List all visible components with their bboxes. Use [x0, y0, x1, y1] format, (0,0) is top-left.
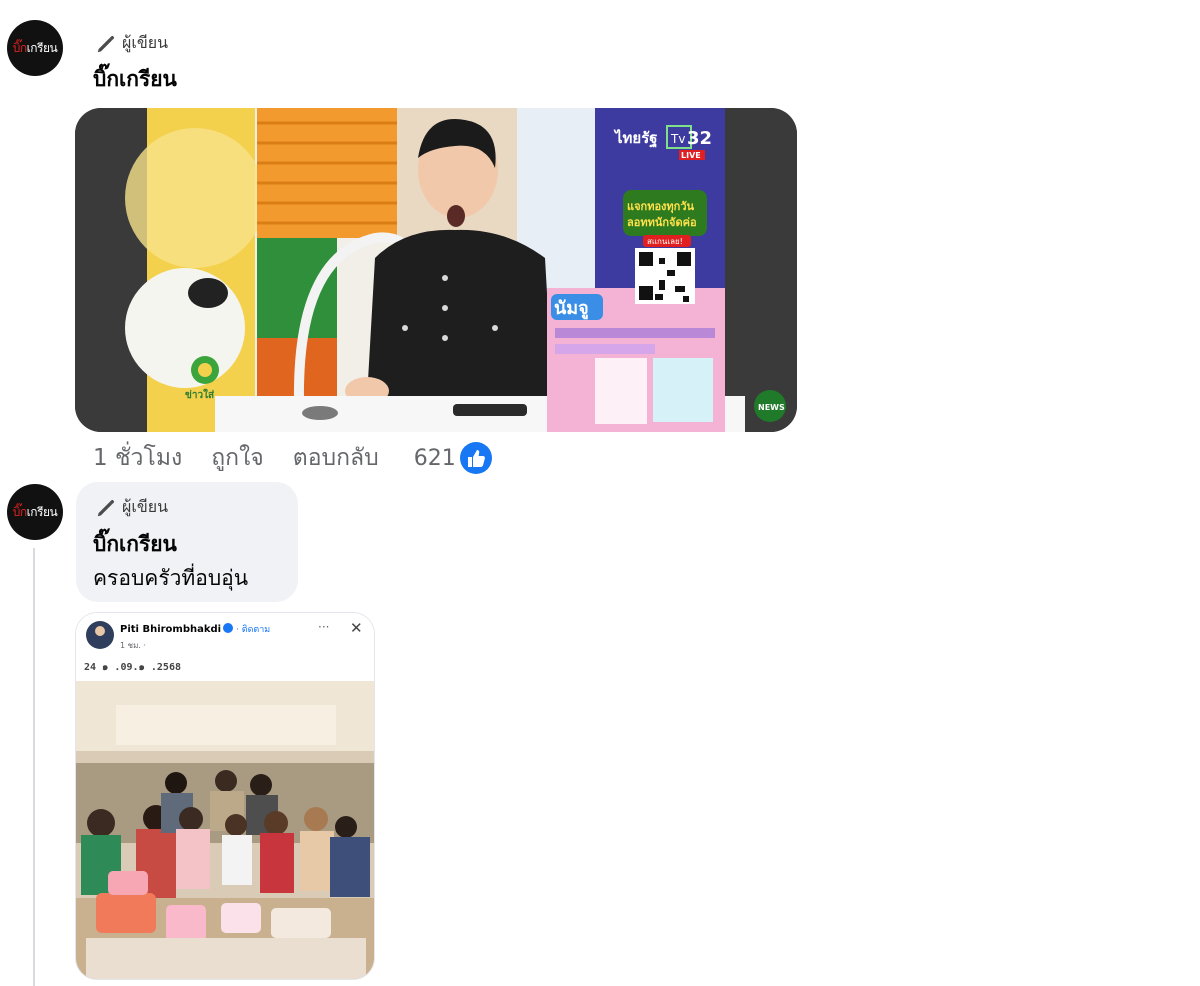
channel-name: ไทยรัฐ — [613, 128, 658, 148]
author-badge: ผู้เขียน — [95, 31, 168, 56]
left-logo-label: ข่าวใส่ — [185, 388, 215, 401]
embedded-post-meta: 1 ชม. · — [120, 641, 146, 650]
reply-thread-line — [33, 548, 35, 986]
comment-image-attachment[interactable]: Piti Bhirombhakdi · ติดตาม 1 ชม. · ··· ✕… — [75, 612, 375, 980]
reply-commenter-avatar[interactable]: บิ๊กเกรียน — [7, 484, 63, 540]
author-badge: ผู้เขียน — [95, 495, 168, 520]
more-options-icon: ··· — [318, 620, 329, 634]
video-frame: นัมจู ไทยรัฐ Tv 32 LIVE แจกทองทุกวัน ลอท… — [75, 108, 797, 432]
product-name-label: นัมจู — [554, 298, 589, 320]
channel-number: 32 — [687, 128, 712, 149]
comment-actions: 1 ชั่วโมง ถูกใจ ตอบกลับ 621 — [93, 440, 493, 476]
live-badge: LIVE — [681, 151, 701, 160]
embedded-follow-link: · ติดตาม — [236, 624, 270, 635]
comment-video-thumbnail[interactable]: นัมจู ไทยรัฐ Tv 32 LIVE แจกทองทุกวัน ลอท… — [75, 108, 797, 432]
avatar-label: บิ๊กเกรียน — [12, 40, 58, 55]
comment-timestamp[interactable]: 1 ชั่วโมง — [93, 440, 182, 476]
reaction-count: 621 — [413, 445, 456, 471]
reply-button[interactable]: ตอบกลับ — [293, 440, 379, 476]
pen-icon — [97, 35, 115, 52]
embedded-post-text: 24 ๑ .09.๑ .2568 — [84, 662, 181, 673]
commenter-name[interactable]: บิ๊กเกรียน — [93, 63, 177, 96]
promo-line-1: แจกทองทุกวัน — [627, 200, 695, 214]
author-badge-label: ผู้เขียน — [122, 33, 169, 52]
thumbs-up-icon — [459, 442, 492, 474]
promo-line-2: ลอททนักจัดค่อ — [627, 216, 697, 229]
embedded-post-author: Piti Bhirombhakdi — [120, 624, 221, 635]
close-icon: ✕ — [350, 619, 363, 637]
commenter-avatar[interactable]: บิ๊กเกรียน — [7, 20, 63, 76]
comment-text: ครอบครัวที่อบอุ่น — [93, 566, 249, 590]
embedded-post-screenshot: Piti Bhirombhakdi · ติดตาม 1 ชม. · ··· ✕… — [76, 613, 374, 979]
verified-badge-icon — [223, 623, 233, 633]
promo-line-3: สแกนเลย! — [647, 237, 683, 246]
svg-text:Tv: Tv — [670, 132, 685, 146]
commenter-name[interactable]: บิ๊กเกรียน — [93, 528, 177, 561]
news-badge: NEWS — [758, 403, 785, 412]
reaction-summary[interactable]: 621 — [414, 441, 493, 475]
pen-icon — [97, 499, 115, 516]
author-badge-label: ผู้เขียน — [122, 497, 169, 516]
like-button[interactable]: ถูกใจ — [211, 440, 264, 476]
avatar-label: บิ๊กเกรียน — [12, 504, 58, 519]
